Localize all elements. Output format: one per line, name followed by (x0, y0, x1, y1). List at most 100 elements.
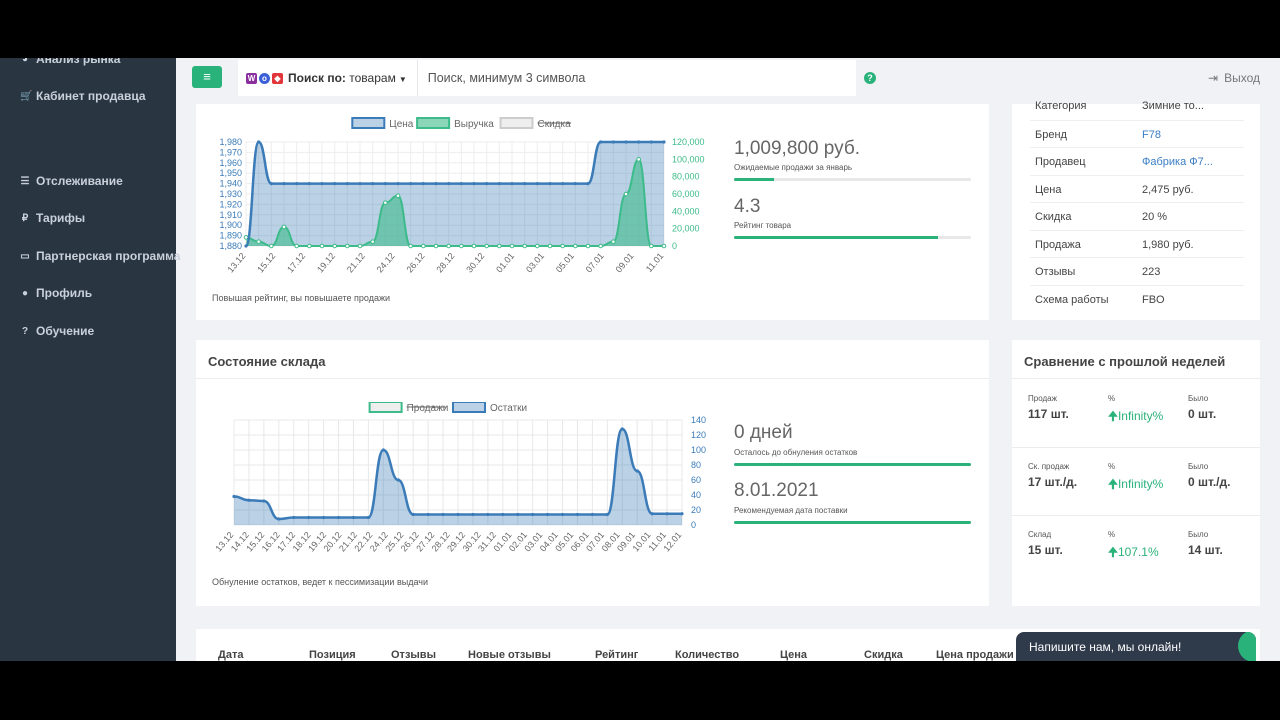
y-left-tick-label: 1,880 (219, 241, 242, 251)
sidebar-item-market-analysis[interactable]: ◕ Анализ рынка (20, 58, 120, 66)
pie-chart-icon: ◕ (21, 58, 29, 65)
comparison-label: Было (1188, 530, 1209, 539)
revenue-point (370, 239, 375, 244)
stock-point (322, 515, 326, 520)
rating-caption: Рейтинг товара (734, 221, 792, 230)
comparison-value: 17 шт./д. (1028, 475, 1078, 489)
sidebar-item-label: Профиль (36, 286, 93, 300)
price-point (409, 182, 413, 186)
info-row: Схема работы FBO (1030, 284, 1244, 312)
revenue-point (611, 239, 616, 244)
info-value: 1,980 руб. (1142, 238, 1194, 251)
revenue-point (459, 243, 464, 249)
price-point (548, 182, 552, 186)
column-header[interactable]: Отзывы (391, 649, 436, 661)
chat-widget[interactable]: Напишите нам, мы онлайн! (1016, 632, 1256, 661)
comparison-label: Было (1188, 462, 1209, 471)
comparison-value: 0 шт./д. (1188, 475, 1231, 489)
column-header[interactable]: Скидка (864, 649, 903, 661)
revenue-point (269, 243, 274, 249)
info-key: Отзывы (1035, 266, 1076, 278)
stock-point (516, 512, 520, 517)
sidebar-item-seller-cabinet[interactable]: 🛒 Кабинет продавца (20, 89, 146, 103)
revenue-point (383, 200, 388, 205)
column-header[interactable]: Позиция (309, 649, 356, 661)
x-tick-label: 09.01 (614, 251, 636, 275)
stock-point (441, 512, 445, 517)
comparison-label: Склад (1028, 530, 1052, 539)
logout-button[interactable]: ⇥ Выход (1208, 71, 1260, 85)
info-value: 20 % (1142, 211, 1168, 223)
divider (1012, 515, 1260, 516)
days-left-value: 0 дней (734, 422, 793, 443)
revenue-point (623, 191, 629, 197)
revenue-point (471, 243, 477, 249)
x-tick-label: 19.12 (315, 251, 337, 275)
sidebar-item-tariffs[interactable]: ₽ Тарифы (20, 211, 85, 225)
rating-value: 4.3 (734, 196, 761, 217)
price-point (535, 182, 539, 186)
price-point (333, 182, 337, 186)
column-header[interactable]: Цена продажи (936, 649, 1014, 661)
x-tick-label: 21.12 (345, 251, 367, 275)
price-point (586, 182, 590, 186)
legend-swatch (368, 402, 403, 413)
column-header[interactable]: Рейтинг (595, 649, 638, 661)
percent-value: 107.1% (1117, 545, 1159, 559)
comparison-cell: % 🠉Infinity% (1108, 394, 1163, 428)
search-by-dropdown[interactable]: Поиск по: товарам ▼ (288, 71, 407, 85)
info-value-link[interactable]: F78 (1142, 129, 1161, 141)
product-info-card: Категория Зимние то... Бренд F78 Продавец Фаб… (1012, 100, 1260, 320)
sidebar-item-partners[interactable]: ▭ Партнерская программа (20, 249, 180, 263)
revenue-point (535, 243, 540, 249)
comparison-value: 117 шт. (1028, 407, 1069, 421)
y-right-tick-label: 140 (691, 415, 706, 425)
price-point (510, 182, 514, 186)
sidebar-item-profile[interactable]: ● Профиль (20, 286, 92, 300)
help-icon[interactable]: ? (864, 72, 876, 84)
y-right-tick-label: 80,000 (672, 172, 700, 182)
percent-value: Infinity% (1117, 409, 1164, 423)
date-progress-bar (734, 521, 971, 524)
column-header[interactable]: Новые отзывы (468, 649, 551, 661)
stock-point (635, 469, 639, 473)
x-tick-label: 05.01 (554, 251, 576, 275)
column-header[interactable]: Количество (675, 649, 739, 661)
info-value: 2,475 руб. (1142, 183, 1194, 196)
week-comparison-card: Сравнение с прошлой неделей Продаж 117 шт… (1012, 340, 1260, 606)
x-tick-label: 13.12 (225, 251, 247, 275)
stock-point (605, 512, 609, 517)
expected-revenue-value: 1,009,800 руб. (734, 138, 861, 159)
search-input[interactable] (427, 71, 848, 85)
revenue-point (332, 243, 337, 249)
legend-swatch (351, 117, 386, 129)
arrow-up-icon: 🠉 (1108, 409, 1118, 423)
price-revenue-chart: 1,8801,8901,9001,9101,9201,9301,9401,950… (219, 117, 705, 275)
price-point (434, 182, 438, 186)
sales-chart-card: 1,880 1,890 1,900 1,910 1,920 1,930 1,940 1,950… (196, 104, 989, 320)
revenue-point (598, 243, 603, 249)
price-point (561, 182, 565, 186)
comparison-value: 14 шт. (1188, 543, 1223, 557)
marketplace-logos: W o ◆ (246, 72, 283, 84)
y-left-tick-label: 1,980 (219, 137, 242, 147)
price-point (459, 182, 463, 186)
menu-toggle-button[interactable]: ≡ (192, 66, 222, 88)
sidebar-item-learning[interactable]: ? Обучение (20, 324, 94, 338)
percent-value: Infinity% (1117, 477, 1164, 491)
sidebar-item-tracking[interactable]: ☰ Отслеживание (20, 174, 123, 188)
y-left-tick-label: 1,890 (219, 231, 242, 241)
price-point (523, 182, 527, 186)
comparison-cell: % 🠉Infinity% (1108, 462, 1163, 496)
logout-label: Выход (1224, 71, 1260, 85)
info-row: Категория Зимние то... (1030, 92, 1244, 119)
y-left-tick-label: 1,920 (219, 199, 242, 209)
price-point (345, 182, 349, 186)
revenue-point (547, 243, 553, 249)
info-key: Схема работы (1035, 293, 1109, 306)
revenue-point (497, 243, 502, 249)
column-header[interactable]: Цена (780, 649, 807, 661)
column-header[interactable]: Дата (218, 649, 243, 661)
stock-point (336, 515, 341, 520)
info-value-link[interactable]: Фабрика Ф7... (1142, 156, 1213, 168)
